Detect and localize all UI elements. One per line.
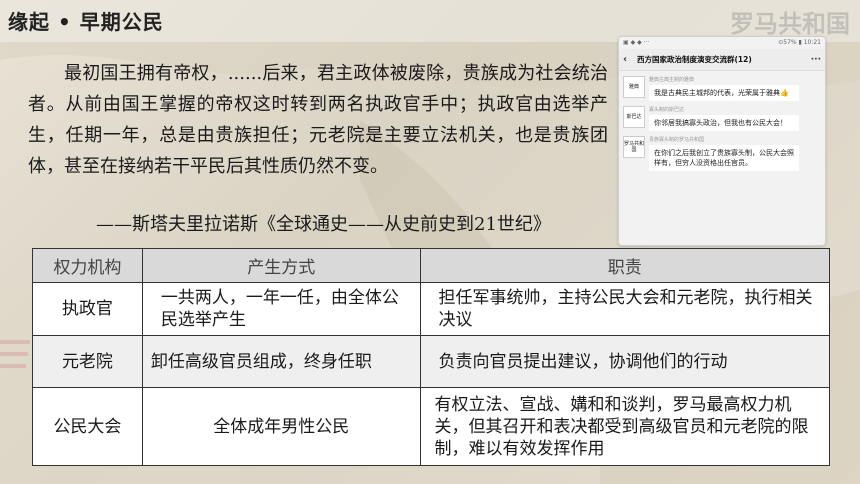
avatar: 斯巴达 [623, 106, 645, 128]
chat-message: 罗马共和国 贵族寡头制的罗马共和国 在你们之后我创立了贵族寡头制，公民大会照样有… [623, 136, 821, 171]
sender-name: 寡头制的斯巴达 [649, 107, 685, 113]
power-table: 权力机构 产生方式 职责 执政官 一共两人，一年一任，由全体公民选举产生 担任军… [32, 248, 831, 466]
chat-title: 西方国家政治制度演变交流群(12) [637, 55, 752, 64]
status-left: ▣ ◆ ◆ ··· [623, 39, 650, 46]
header-method: 产生方式 [141, 248, 421, 283]
table-header-row: 权力机构 产生方式 职责 [32, 248, 831, 283]
message-bubble: 你邻居我搞寡头政治，但我也有公民大会！ [649, 115, 799, 131]
chat-header: ‹ 西方国家政治制度演变交流群(12) ··· [619, 49, 825, 71]
more-icon: ··· [810, 54, 821, 65]
cell-org: 公民大会 [32, 387, 143, 466]
sender-name: 雅典古典主制的雅典 [649, 77, 695, 83]
cell-duty: 有权立法、宣战、媾和和谈判，罗马最高权力机关，但其召开和表决都受到高级官员和元老… [419, 387, 831, 466]
phone-status-bar: ▣ ◆ ◆ ··· ⊙57% ▮ 10:21 [619, 37, 825, 49]
cell-duty: 担任军事统帅，主持公民大会和元老院，执行相关决议 [419, 282, 831, 336]
cell-duty: 负责向官员提出建议，协调他们的行动 [419, 335, 831, 388]
status-right: ⊙57% ▮ 10:21 [778, 39, 821, 46]
chat-message: 雅典 雅典古典主制的雅典 我是古典民主城邦的代表，光荣属于雅典👍 [623, 76, 821, 101]
cell-method: 卸任高级官员组成，终身任职 [141, 335, 421, 388]
quote-source: ——斯塔夫里拉诺斯《全球通史——从史前史到21世纪》 [96, 214, 551, 235]
table-row: 元老院 卸任高级官员组成，终身任职 负责向官员提出建议，协调他们的行动 [32, 335, 831, 388]
message-bubble: 在你们之后我创立了贵族寡头制，公民大会照样有，但穷人没资格出任官员。 [649, 145, 799, 171]
cell-method: 全体成年男性公民 [141, 387, 421, 466]
table-row: 执政官 一共两人，一年一任，由全体公民选举产生 担任军事统帅，主持公民大会和元老… [32, 282, 831, 336]
phone-screenshot: ▣ ◆ ◆ ··· ⊙57% ▮ 10:21 ‹ 西方国家政治制度演变交流群(1… [618, 36, 826, 246]
avatar: 雅典 [623, 76, 645, 98]
avatar: 罗马共和国 [623, 136, 645, 158]
cell-method: 一共两人，一年一任，由全体公民选举产生 [141, 282, 421, 336]
cell-org: 元老院 [32, 335, 143, 388]
message-bubble: 我是古典民主城邦的代表，光荣属于雅典👍 [649, 85, 799, 101]
header-duty: 职责 [419, 248, 831, 283]
chevron-left-icon: ‹ [623, 54, 628, 65]
table-row: 公民大会 全体成年男性公民 有权立法、宣战、媾和和谈判，罗马最高权力机关，但其召… [32, 387, 831, 466]
chat-message: 斯巴达 寡头制的斯巴达 你邻居我搞寡头政治，但我也有公民大会！ [623, 106, 821, 131]
sender-name: 贵族寡头制的罗马共和国 [649, 137, 705, 143]
page-title: 缘起 • 早期公民 [8, 10, 164, 34]
cell-org: 执政官 [32, 282, 143, 336]
quote-paragraph: 最初国王拥有帝权，......后来，君主政体被废除，贵族成为社会统治者。从前由国… [28, 63, 608, 177]
watermark-label: 罗马共和国 [730, 9, 850, 38]
header-org: 权力机构 [32, 248, 143, 283]
